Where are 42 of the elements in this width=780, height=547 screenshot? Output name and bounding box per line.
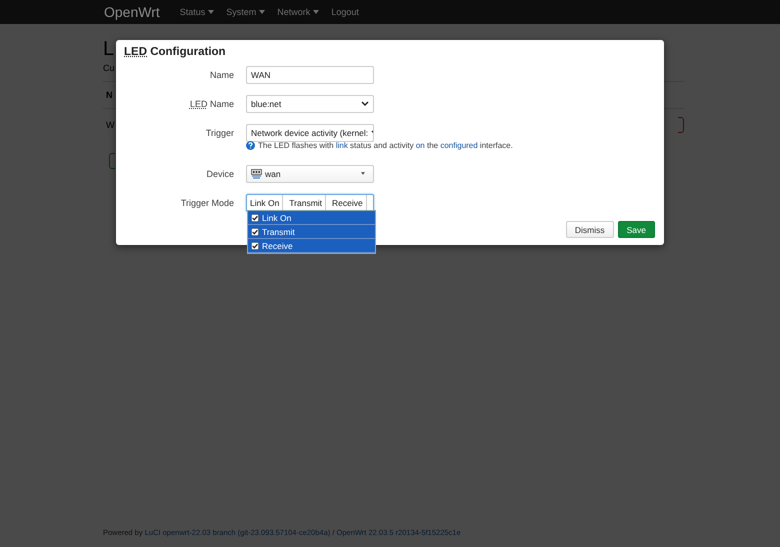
dropdown-option[interactable]: Receive: [248, 239, 375, 253]
link[interactable]: link: [336, 141, 348, 150]
selected-chip: Receive: [329, 194, 367, 210]
link[interactable]: configured: [440, 141, 478, 150]
multi-select-field[interactable]: Link On Transmit Receive: [246, 194, 374, 212]
checkbox[interactable]: [251, 242, 259, 250]
caret-icon: [313, 10, 320, 14]
nav-menu-item[interactable]: Logout: [331, 7, 359, 17]
dropdown-option[interactable]: Transmit: [248, 225, 375, 239]
select-field[interactable]: wan: [246, 164, 374, 182]
field-label: Trigger Mode: [180, 198, 234, 208]
nav-menu-item[interactable]: Status: [180, 7, 214, 17]
column-header: N: [106, 90, 112, 100]
field-label: Device: [205, 168, 234, 178]
brand-logo[interactable]: OpenWrt: [104, 4, 160, 20]
page-description: Cu: [103, 63, 115, 73]
chevron-icon: [361, 101, 369, 106]
link[interactable]: on: [416, 141, 425, 150]
caret-icon: [208, 10, 214, 14]
caret-icon: [361, 172, 365, 175]
dropdown-option[interactable]: Link On: [248, 211, 375, 225]
save-button[interactable]: Save: [618, 221, 655, 238]
selected-chip: Link On: [247, 194, 284, 210]
network-port-icon: [251, 168, 262, 178]
field-label: LED Name: [188, 98, 234, 108]
select-field[interactable]: Network device activity (kernel:: [246, 124, 374, 142]
field-label: Trigger: [204, 128, 234, 138]
page-heading: L: [103, 38, 114, 61]
caret-icon: [259, 10, 266, 14]
selected-chip: Transmit: [286, 194, 326, 210]
dismiss-button[interactable]: Dismiss: [566, 221, 614, 238]
table-cell: W: [106, 120, 114, 130]
input-field[interactable]: WAN: [246, 66, 374, 84]
nav-menu-item[interactable]: System: [226, 7, 266, 17]
nav-menu-item[interactable]: Network: [277, 7, 320, 17]
help-icon: [246, 141, 255, 150]
field-label: Name: [208, 70, 234, 80]
select-field[interactable]: blue:net: [246, 94, 374, 112]
help-text: The LED flashes with link status and activity on the configured interface.: [258, 141, 513, 150]
dialog-title: LED Configuration: [124, 46, 227, 58]
checkbox[interactable]: [251, 228, 259, 236]
checkbox[interactable]: [251, 214, 259, 222]
